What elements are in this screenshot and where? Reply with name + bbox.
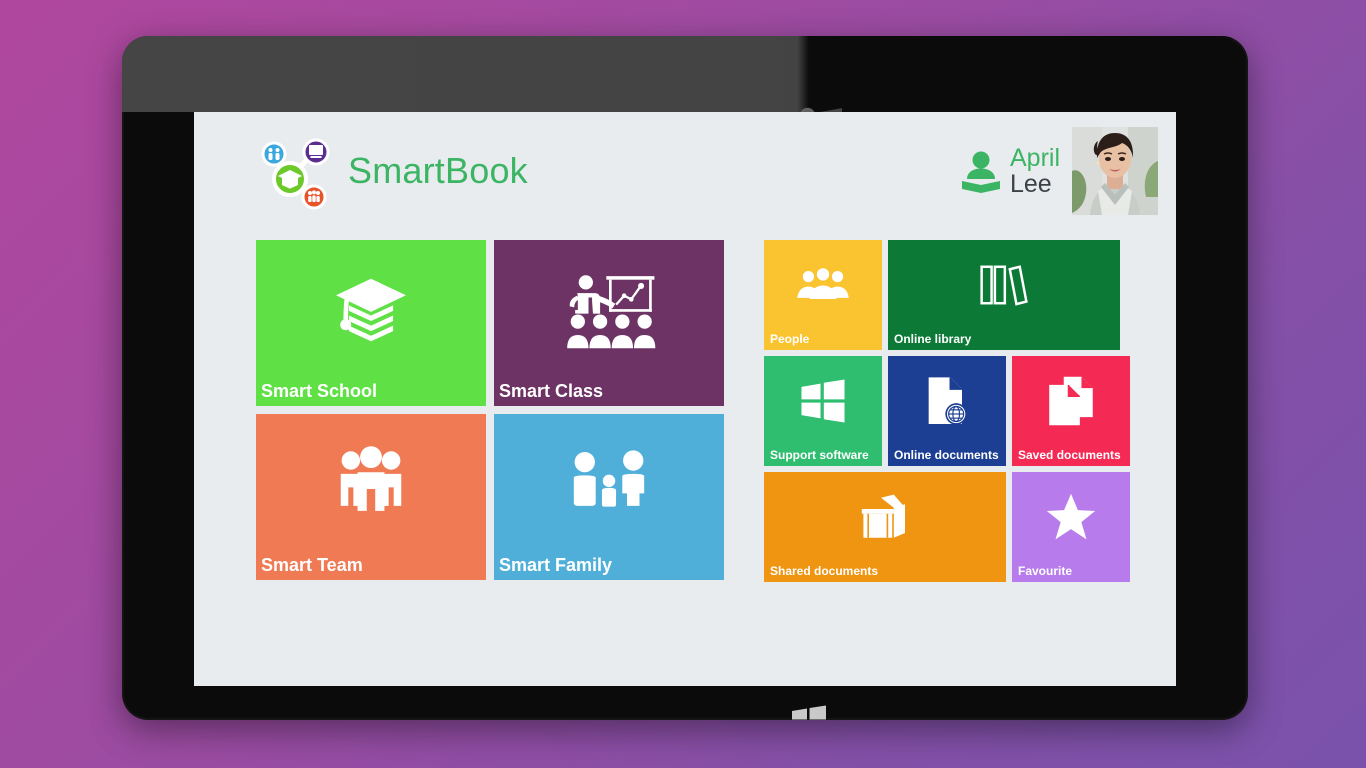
tile-smart-family[interactable]: Smart Family <box>494 414 724 580</box>
tile-label: People <box>770 332 810 346</box>
graduation-cap-icon <box>256 240 486 380</box>
star-icon <box>1012 472 1130 562</box>
tile-label: Favourite <box>1018 564 1073 578</box>
tile-saved-documents[interactable]: Saved documents <box>1012 356 1130 466</box>
avatar[interactable] <box>1072 127 1158 215</box>
tile-label: Smart Family <box>499 555 613 575</box>
user-name: April Lee <box>1009 143 1060 198</box>
tile-label: Online documents <box>894 448 999 462</box>
bezel-highlight-diagonal <box>122 36 1248 112</box>
document-globe-icon <box>888 356 1006 446</box>
family-icon <box>494 414 724 554</box>
tablet-device: SmartBook April Lee Smart School Smart C… <box>122 36 1248 720</box>
tile-label: Smart School <box>261 381 378 401</box>
tile-online-library[interactable]: Online library <box>888 240 1120 350</box>
open-box-icon <box>764 472 1006 562</box>
tile-shared-documents[interactable]: Shared documents <box>764 472 1006 582</box>
document-stack-icon <box>1012 356 1130 446</box>
tile-label: Smart Team <box>261 555 363 575</box>
tile-online-documents[interactable]: Online documents <box>888 356 1006 466</box>
user-book-icon <box>960 148 1002 194</box>
user-first-name: April <box>1009 143 1060 172</box>
brand[interactable]: SmartBook <box>254 130 528 212</box>
tile-label: Online library <box>894 332 972 346</box>
user-profile[interactable]: April Lee <box>960 127 1158 215</box>
tile-grid: Smart School Smart Class Smart Team Smar… <box>194 230 1176 686</box>
windows-logo-icon <box>764 356 882 446</box>
tile-support-software[interactable]: Support software <box>764 356 882 466</box>
smartbook-logo-icon <box>254 130 340 212</box>
tile-people[interactable]: People <box>764 240 882 350</box>
teacher-classroom-icon <box>494 240 724 380</box>
tile-label: Shared documents <box>770 564 879 578</box>
three-people-icon <box>256 414 486 554</box>
books-icon <box>888 240 1120 330</box>
tile-label: Support software <box>770 448 869 462</box>
tile-label: Saved documents <box>1018 448 1121 462</box>
app-header: SmartBook April Lee <box>194 112 1176 230</box>
windows-home-button[interactable] <box>790 704 828 720</box>
app-title: SmartBook <box>348 150 528 191</box>
user-last-name: Lee <box>1009 170 1052 198</box>
tile-favourite[interactable]: Favourite <box>1012 472 1130 582</box>
tile-smart-team[interactable]: Smart Team <box>256 414 486 580</box>
people-group-icon <box>764 240 882 330</box>
tile-smart-class[interactable]: Smart Class <box>494 240 724 406</box>
tile-label: Smart Class <box>499 381 604 401</box>
tablet-screen: SmartBook April Lee Smart School Smart C… <box>194 112 1176 686</box>
tile-smart-school[interactable]: Smart School <box>256 240 486 406</box>
